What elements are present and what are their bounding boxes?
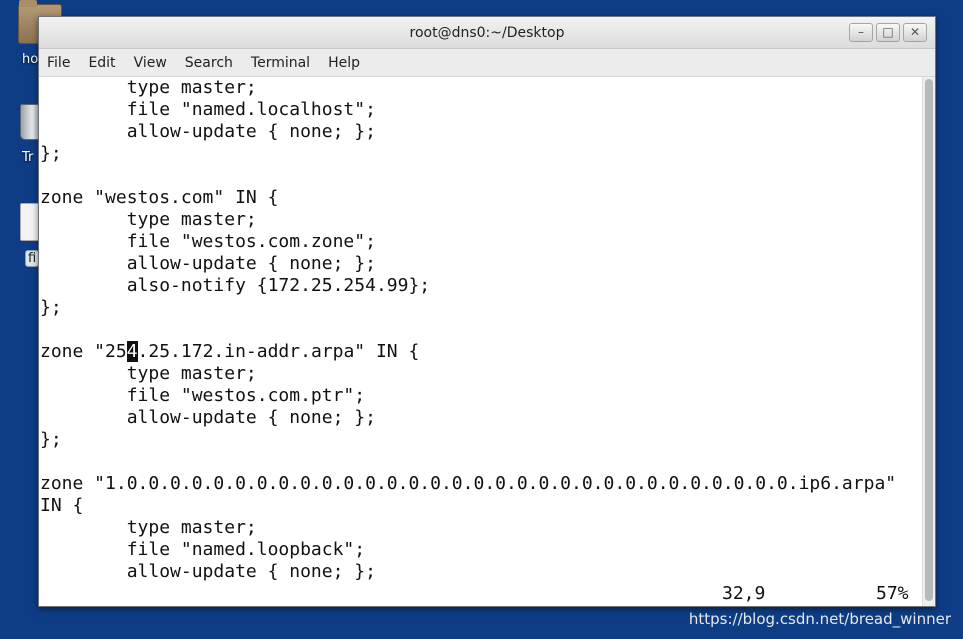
menu-search[interactable]: Search — [185, 55, 233, 71]
terminal-line: type master; — [40, 209, 257, 230]
trash-label[interactable]: Tr — [22, 150, 33, 165]
minimize-button[interactable]: – — [849, 23, 873, 42]
terminal-line: file "westos.com.ptr"; — [40, 385, 366, 406]
terminal-line: allow-update { none; }; — [40, 407, 376, 428]
home-folder-label[interactable]: ho — [22, 52, 38, 67]
terminal-line: type master; — [40, 363, 257, 384]
terminal-line: allow-update { none; }; — [40, 253, 376, 274]
close-button[interactable]: ✕ — [903, 23, 927, 42]
terminal-content[interactable]: type master; file "named.localhost"; all… — [39, 77, 923, 606]
menu-bar: File Edit View Search Terminal Help — [39, 49, 935, 77]
terminal-line: }; — [40, 429, 62, 450]
title-bar[interactable]: root@dns0:~/Desktop – □ ✕ — [39, 17, 935, 49]
terminal-line: zone "1.0.0.0.0.0.0.0.0.0.0.0.0.0.0.0.0.… — [40, 473, 897, 494]
text-cursor: 4 — [126, 341, 138, 362]
terminal-line: allow-update { none; }; — [40, 561, 376, 582]
terminal-line: file "named.loopback"; — [40, 539, 366, 560]
menu-help[interactable]: Help — [328, 55, 360, 71]
terminal-window: root@dns0:~/Desktop – □ ✕ File Edit View… — [38, 16, 936, 607]
terminal-line: also-notify {172.25.254.99}; — [40, 275, 431, 296]
menu-terminal[interactable]: Terminal — [251, 55, 310, 71]
menu-view[interactable]: View — [134, 55, 167, 71]
vim-cursor-position: 32,9 — [722, 583, 766, 604]
terminal-line: file "named.localhost"; — [40, 99, 376, 120]
vim-scroll-percent: 57% — [876, 583, 909, 604]
terminal-line: type master; — [40, 77, 257, 98]
terminal-line: IN { — [40, 495, 84, 516]
maximize-button[interactable]: □ — [876, 23, 900, 42]
menu-file[interactable]: File — [47, 55, 70, 71]
terminal-line-cursor: zone "254.25.172.in-addr.arpa" IN { — [40, 341, 419, 363]
terminal-line: }; — [40, 143, 62, 164]
scrollbar-thumb[interactable] — [925, 79, 933, 601]
watermark: https://blog.csdn.net/bread_winner — [688, 610, 951, 628]
terminal-line: file "westos.com.zone"; — [40, 231, 376, 252]
scrollbar[interactable] — [922, 77, 935, 606]
cursor-line-after: .25.172.in-addr.arpa" IN { — [137, 341, 420, 362]
window-title: root@dns0:~/Desktop — [409, 25, 565, 41]
menu-edit[interactable]: Edit — [88, 55, 115, 71]
terminal-line: allow-update { none; }; — [40, 121, 376, 142]
cursor-line-before: zone "25 — [40, 341, 127, 362]
terminal-line: }; — [40, 297, 62, 318]
terminal-line: zone "westos.com" IN { — [40, 187, 279, 208]
terminal-line: type master; — [40, 517, 257, 538]
